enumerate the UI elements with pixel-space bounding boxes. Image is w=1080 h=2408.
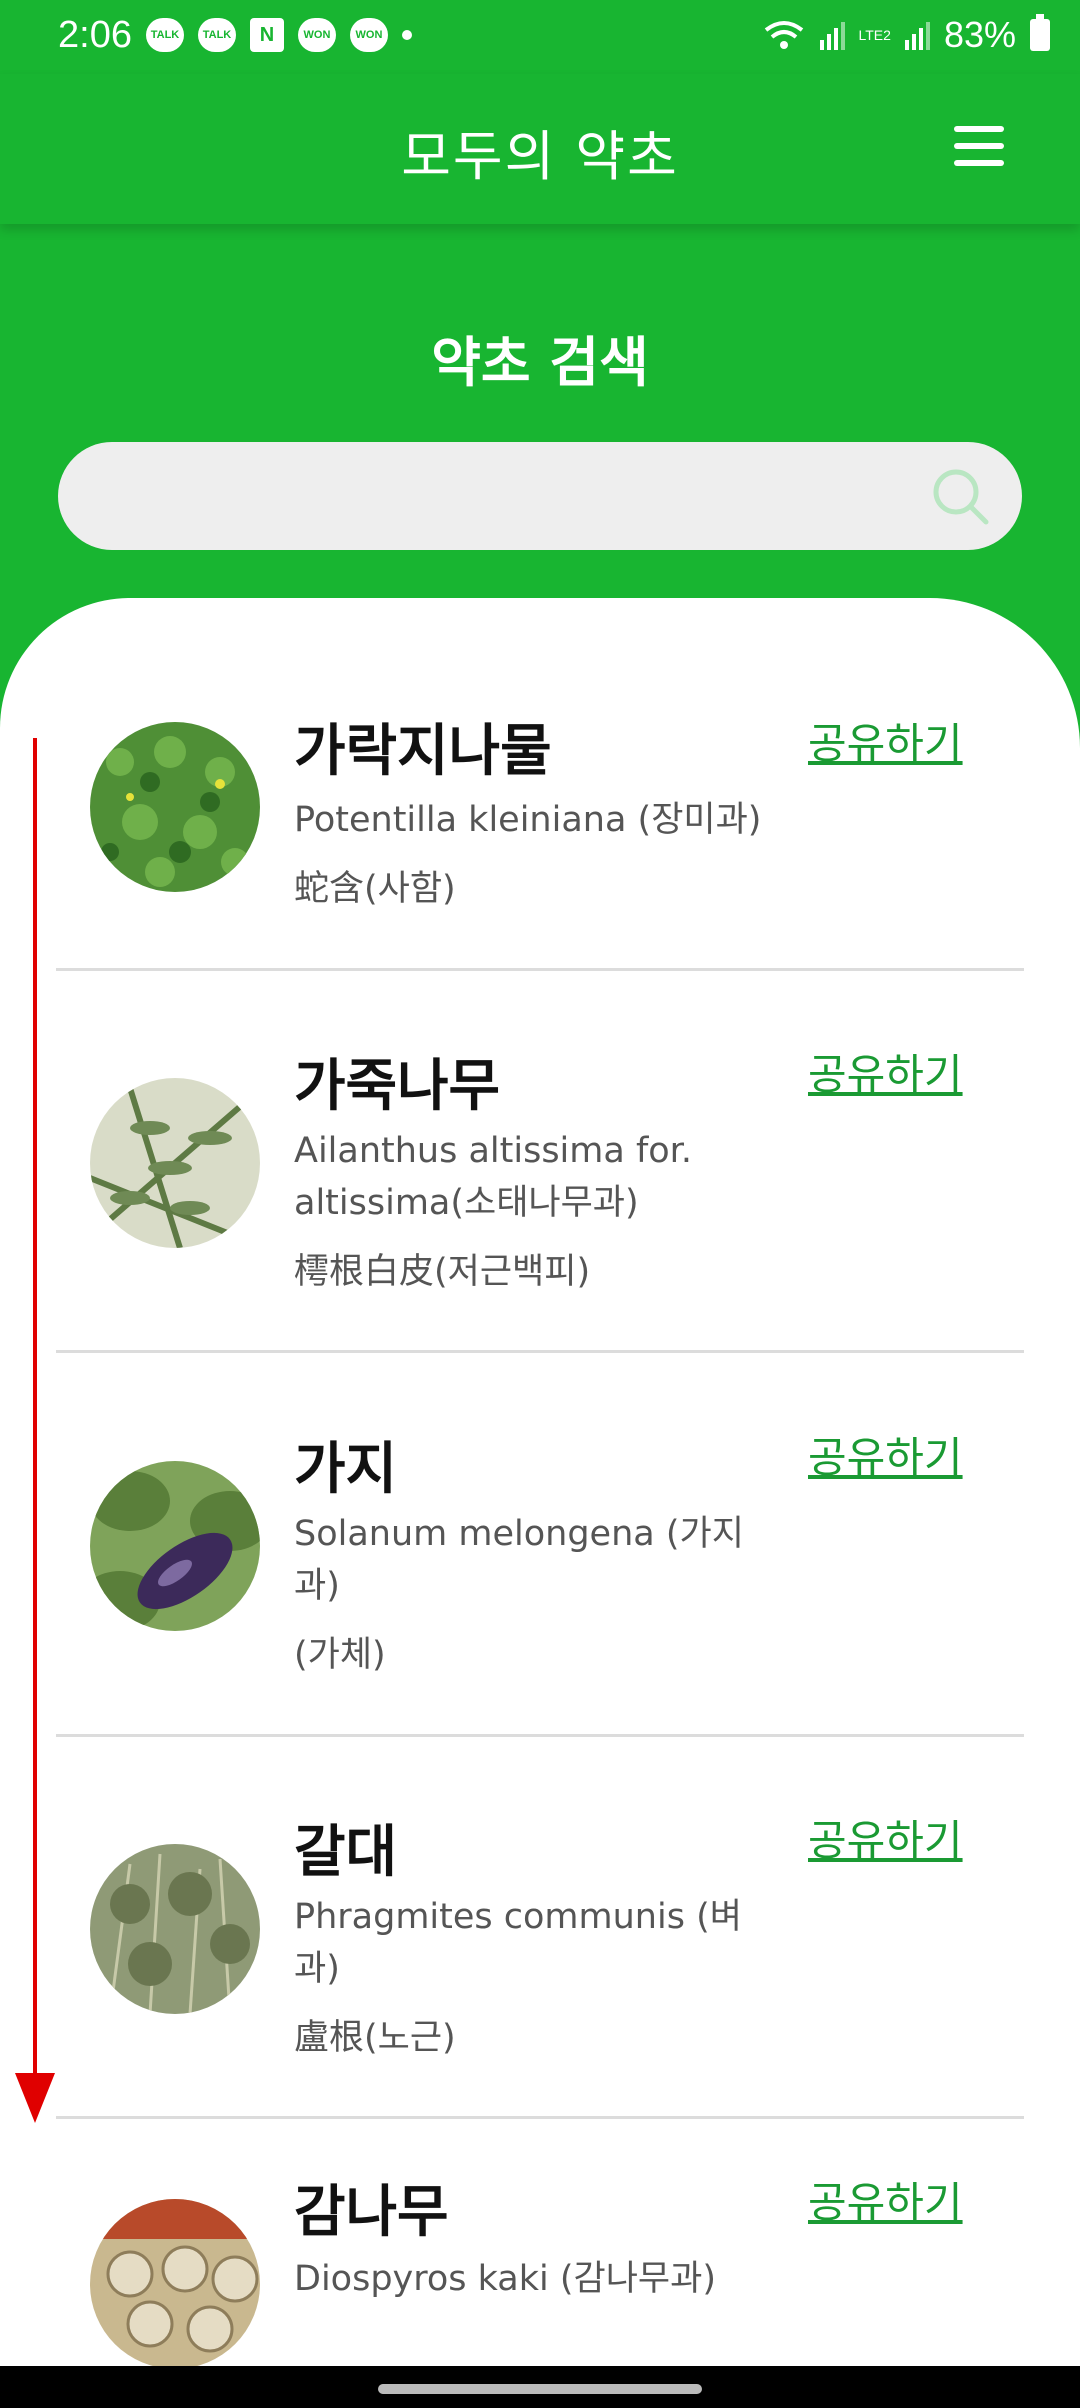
share-link[interactable]: 공유하기 (808, 1807, 963, 1868)
share-link[interactable]: 공유하기 (808, 1424, 963, 1485)
battery-percent: 83% (943, 14, 1016, 55)
herb-name: 감나무 (294, 2180, 449, 2245)
list-item[interactable]: 감나무 Diospyros kaki (감나무과) 공유하기 (0, 2119, 1080, 2368)
herb-name: 가지 (294, 1437, 398, 1502)
wifi-icon (764, 21, 803, 49)
scroll-down-arrow-icon (15, 738, 55, 2123)
herb-thumbnail (90, 1844, 260, 2014)
share-link[interactable]: 공유하기 (808, 1041, 963, 1102)
app-bar: 모두의 약초 (0, 74, 1080, 224)
more-notifications-dot-icon (402, 30, 412, 40)
status-bar: 2:06 TALK TALK N WON WON LTE2 83% (0, 0, 1080, 74)
won-notification-icon: WON (350, 18, 388, 52)
list-item[interactable]: 가지 Solanum melongena (가지과) (가체) 공유하기 (0, 1354, 1080, 1737)
herb-medicinal-name: 盧根(노근) (294, 2018, 456, 2058)
search-icon[interactable] (928, 464, 992, 528)
search-heading: 약초 검색 (431, 331, 649, 394)
list-item[interactable]: 가죽나무 Ailanthus altissima for. altissima(… (0, 971, 1080, 1354)
list-item[interactable]: 가락지나물 Potentilla kleiniana (장미과) 蛇含(사함) … (0, 598, 1080, 981)
herb-scientific-name: Solanum melongena (가지과) (294, 1514, 744, 1606)
list-divider (56, 1350, 1024, 1353)
signal-icon (904, 20, 930, 50)
herb-thumbnail (90, 722, 260, 892)
battery-icon (1030, 14, 1050, 51)
herb-thumbnail (90, 1461, 260, 1631)
herb-scientific-name: Diospyros kaki (감나무과) (294, 2259, 716, 2299)
hamburger-menu-icon[interactable] (954, 126, 1004, 166)
naver-notification-icon: N (250, 18, 284, 52)
share-link[interactable]: 공유하기 (808, 2169, 963, 2230)
signal-icon (819, 20, 845, 50)
herb-scientific-name: Potentilla kleiniana (장미과) (294, 800, 762, 840)
list-item[interactable]: 갈대 Phragmites communis (벼과) 盧根(노근) 공유하기 (0, 1737, 1080, 2120)
talk-notification-icon: TALK (146, 18, 184, 52)
herb-medicinal-name: 樗根白皮(저근백피) (294, 1252, 591, 1292)
status-time: 2:06 (58, 14, 132, 56)
herb-name: 갈대 (294, 1820, 398, 1885)
herb-thumbnail (90, 1078, 260, 1248)
herb-scientific-name: Phragmites communis (벼과) (294, 1897, 742, 1989)
search-bar[interactable] (58, 442, 1022, 552)
herb-medicinal-name: 蛇含(사함) (294, 869, 456, 909)
share-link[interactable]: 공유하기 (808, 710, 963, 771)
herb-medicinal-name: (가체) (294, 1635, 386, 1675)
herb-name: 가죽나무 (294, 1054, 501, 1119)
search-input[interactable] (98, 442, 922, 552)
app-title: 모두의 약초 (401, 125, 679, 188)
volte-icon: LTE2 (858, 27, 891, 43)
talk-notification-icon: TALK (198, 18, 236, 52)
system-icons: LTE2 83% (762, 14, 1050, 56)
home-gesture-handle[interactable] (378, 2384, 702, 2394)
notification-icons: TALK TALK N WON WON (146, 18, 412, 52)
herb-thumbnail (90, 2199, 260, 2368)
system-navigation-bar (0, 2366, 1080, 2408)
herb-name: 가락지나물 (294, 719, 552, 784)
herb-scientific-name: Ailanthus altissima for. altissima(소태나무과… (294, 1131, 692, 1223)
herb-list-panel: 가락지나물 Potentilla kleiniana (장미과) 蛇含(사함) … (0, 598, 1080, 2368)
won-notification-icon: WON (298, 18, 336, 52)
